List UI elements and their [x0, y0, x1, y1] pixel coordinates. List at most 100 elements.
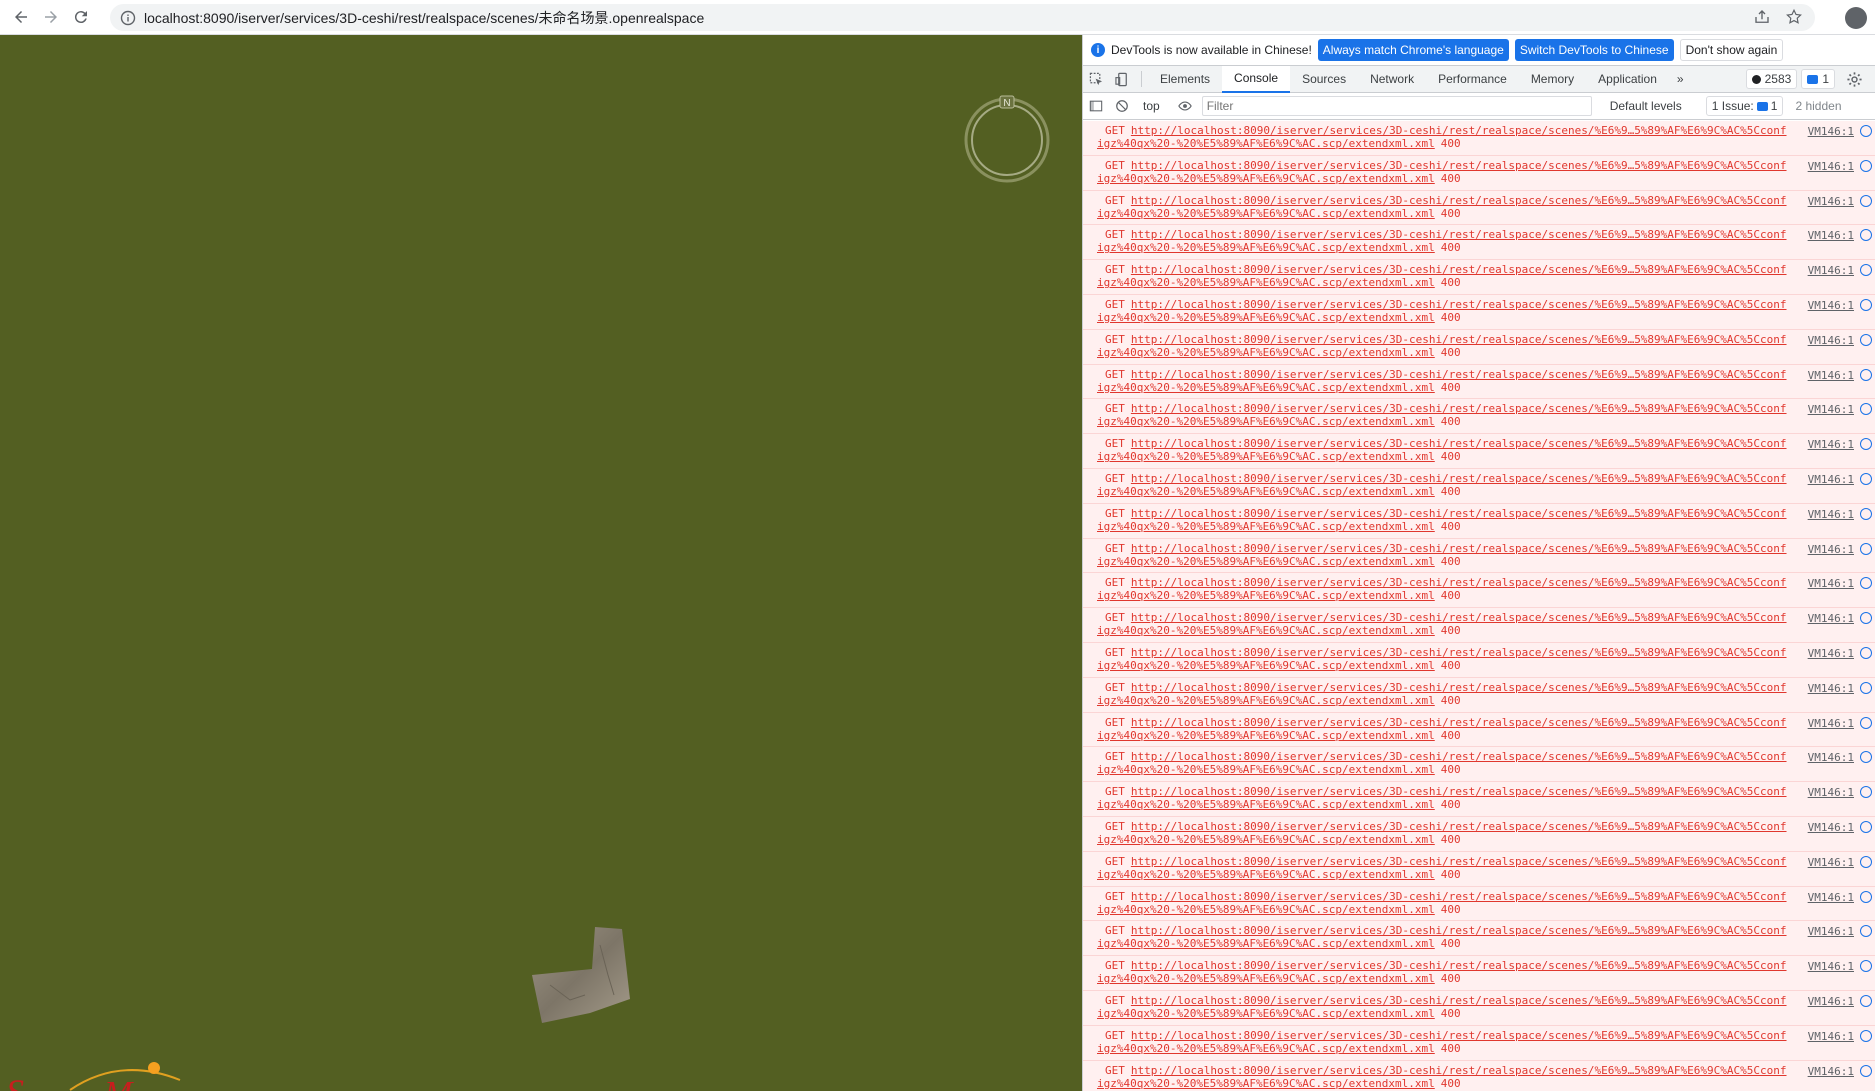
request-url-link[interactable]: http://localhost:8090/iserver/services/3…: [1131, 159, 1787, 172]
network-request-icon[interactable]: [1860, 507, 1872, 520]
console-error-row[interactable]: GET http://localhost:8090/iserver/service…: [1083, 712, 1875, 748]
address-url[interactable]: localhost:8090/iserver/services/3D-ceshi…: [144, 8, 704, 28]
request-url-link-part2[interactable]: igz%40qx%20-%20%E5%89%AF%E6%9C%AC.scp/ex…: [1097, 694, 1435, 707]
request-url-link[interactable]: http://localhost:8090/iserver/services/3…: [1131, 890, 1787, 903]
context-selector[interactable]: top: [1135, 99, 1172, 113]
request-url-link-part2[interactable]: igz%40qx%20-%20%E5%89%AF%E6%9C%AC.scp/ex…: [1097, 798, 1435, 811]
source-link[interactable]: VM146:1: [1808, 229, 1854, 242]
site-info-icon[interactable]: [120, 10, 136, 26]
network-request-icon[interactable]: [1860, 820, 1872, 833]
request-url-link-part2[interactable]: igz%40qx%20-%20%E5%89%AF%E6%9C%AC.scp/ex…: [1097, 346, 1435, 359]
request-url-link[interactable]: http://localhost:8090/iserver/services/3…: [1131, 1064, 1787, 1077]
source-link[interactable]: VM146:1: [1808, 473, 1854, 486]
network-request-icon[interactable]: [1860, 716, 1872, 729]
match-language-button[interactable]: Always match Chrome's language: [1317, 39, 1509, 61]
source-link[interactable]: VM146:1: [1808, 1065, 1854, 1078]
network-request-icon[interactable]: [1860, 1064, 1872, 1077]
console-error-row[interactable]: GET http://localhost:8090/iserver/service…: [1083, 642, 1875, 678]
request-url-link[interactable]: http://localhost:8090/iserver/services/3…: [1131, 333, 1787, 346]
message-counter[interactable]: 1: [1801, 69, 1835, 89]
network-request-icon[interactable]: [1860, 890, 1872, 903]
request-url-link[interactable]: http://localhost:8090/iserver/services/3…: [1131, 194, 1787, 207]
request-url-link-part2[interactable]: igz%40qx%20-%20%E5%89%AF%E6%9C%AC.scp/ex…: [1097, 520, 1435, 533]
request-url-link[interactable]: http://localhost:8090/iserver/services/3…: [1131, 750, 1787, 763]
tab-application[interactable]: Application: [1586, 66, 1669, 93]
network-request-icon[interactable]: [1860, 612, 1872, 625]
console-error-row[interactable]: GET http://localhost:8090/iserver/service…: [1083, 399, 1875, 435]
network-request-icon[interactable]: [1860, 125, 1872, 137]
compass-icon[interactable]: N: [962, 95, 1052, 185]
sidebar-toggle-button[interactable]: [1083, 93, 1109, 119]
network-request-icon[interactable]: [1860, 577, 1872, 590]
switch-language-button[interactable]: Switch DevTools to Chinese: [1514, 39, 1674, 61]
request-url-link-part2[interactable]: igz%40qx%20-%20%E5%89%AF%E6%9C%AC.scp/ex…: [1097, 763, 1435, 776]
source-link[interactable]: VM146:1: [1808, 195, 1854, 208]
network-request-icon[interactable]: [1860, 751, 1872, 764]
forward-button[interactable]: [36, 2, 66, 32]
tab-performance[interactable]: Performance: [1426, 66, 1519, 93]
source-link[interactable]: VM146:1: [1808, 125, 1854, 138]
console-error-row[interactable]: GET http://localhost:8090/iserver/service…: [1083, 155, 1875, 191]
more-tabs-button[interactable]: »: [1669, 72, 1692, 86]
address-bar[interactable]: localhost:8090/iserver/services/3D-ceshi…: [110, 4, 1815, 31]
filter-input[interactable]: [1201, 96, 1592, 116]
request-url-link-part2[interactable]: igz%40qx%20-%20%E5%89%AF%E6%9C%AC.scp/ex…: [1097, 485, 1435, 498]
request-url-link-part2[interactable]: igz%40qx%20-%20%E5%89%AF%E6%9C%AC.scp/ex…: [1097, 1077, 1435, 1090]
request-url-link[interactable]: http://localhost:8090/iserver/services/3…: [1131, 542, 1787, 555]
request-url-link-part2[interactable]: igz%40qx%20-%20%E5%89%AF%E6%9C%AC.scp/ex…: [1097, 207, 1435, 220]
dont-show-again-button[interactable]: Don't show again: [1679, 39, 1784, 61]
request-url-link[interactable]: http://localhost:8090/iserver/services/3…: [1131, 959, 1787, 972]
network-request-icon[interactable]: [1860, 542, 1872, 555]
request-url-link-part2[interactable]: igz%40qx%20-%20%E5%89%AF%E6%9C%AC.scp/ex…: [1097, 311, 1435, 324]
console-error-row[interactable]: GET http://localhost:8090/iserver/service…: [1083, 747, 1875, 783]
request-url-link-part2[interactable]: igz%40qx%20-%20%E5%89%AF%E6%9C%AC.scp/ex…: [1097, 729, 1435, 742]
console-error-row[interactable]: GET http://localhost:8090/iserver/service…: [1083, 329, 1875, 365]
request-url-link-part2[interactable]: igz%40qx%20-%20%E5%89%AF%E6%9C%AC.scp/ex…: [1097, 1042, 1435, 1055]
network-request-icon[interactable]: [1860, 194, 1872, 207]
request-url-link[interactable]: http://localhost:8090/iserver/services/3…: [1131, 228, 1787, 241]
source-link[interactable]: VM146:1: [1808, 995, 1854, 1008]
scene-viewport[interactable]: N S M: [0, 35, 1082, 1091]
network-request-icon[interactable]: [1860, 786, 1872, 799]
network-request-icon[interactable]: [1860, 229, 1872, 242]
request-url-link-part2[interactable]: igz%40qx%20-%20%E5%89%AF%E6%9C%AC.scp/ex…: [1097, 276, 1435, 289]
device-toolbar-button[interactable]: [1109, 66, 1135, 92]
issues-button[interactable]: 1 Issue: 1: [1705, 96, 1784, 116]
source-link[interactable]: VM146:1: [1808, 577, 1854, 590]
share-icon[interactable]: [1753, 8, 1771, 26]
network-request-icon[interactable]: [1860, 681, 1872, 694]
tab-elements[interactable]: Elements: [1148, 66, 1222, 93]
console-error-row[interactable]: GET http://localhost:8090/iserver/service…: [1083, 1060, 1875, 1091]
log-levels-dropdown[interactable]: Default levels: [1600, 99, 1692, 113]
source-link[interactable]: VM146:1: [1808, 160, 1854, 173]
request-url-link[interactable]: http://localhost:8090/iserver/services/3…: [1131, 507, 1787, 520]
request-url-link[interactable]: http://localhost:8090/iserver/services/3…: [1131, 402, 1787, 415]
network-request-icon[interactable]: [1860, 646, 1872, 659]
tab-console[interactable]: Console: [1222, 65, 1291, 93]
console-error-row[interactable]: GET http://localhost:8090/iserver/service…: [1083, 677, 1875, 713]
request-url-link[interactable]: http://localhost:8090/iserver/services/3…: [1131, 1029, 1787, 1042]
request-url-link-part2[interactable]: igz%40qx%20-%20%E5%89%AF%E6%9C%AC.scp/ex…: [1097, 415, 1435, 428]
request-url-link[interactable]: http://localhost:8090/iserver/services/3…: [1131, 298, 1787, 311]
request-url-link[interactable]: http://localhost:8090/iserver/services/3…: [1131, 924, 1787, 937]
live-expression-button[interactable]: [1172, 93, 1198, 119]
source-link[interactable]: VM146:1: [1808, 508, 1854, 521]
source-link[interactable]: VM146:1: [1808, 1030, 1854, 1043]
source-link[interactable]: VM146:1: [1808, 647, 1854, 660]
bookmark-star-icon[interactable]: [1785, 8, 1803, 26]
source-link[interactable]: VM146:1: [1808, 403, 1854, 416]
network-request-icon[interactable]: [1860, 264, 1872, 277]
network-request-icon[interactable]: [1860, 333, 1872, 346]
request-url-link-part2[interactable]: igz%40qx%20-%20%E5%89%AF%E6%9C%AC.scp/ex…: [1097, 937, 1435, 950]
request-url-link-part2[interactable]: igz%40qx%20-%20%E5%89%AF%E6%9C%AC.scp/ex…: [1097, 172, 1435, 185]
console-error-row[interactable]: GET http://localhost:8090/iserver/service…: [1083, 364, 1875, 400]
request-url-link[interactable]: http://localhost:8090/iserver/services/3…: [1131, 716, 1787, 729]
source-link[interactable]: VM146:1: [1808, 334, 1854, 347]
request-url-link[interactable]: http://localhost:8090/iserver/services/3…: [1131, 994, 1787, 1007]
console-error-row[interactable]: GET http://localhost:8090/iserver/service…: [1083, 225, 1875, 261]
console-error-row[interactable]: GET http://localhost:8090/iserver/service…: [1083, 851, 1875, 887]
source-link[interactable]: VM146:1: [1808, 786, 1854, 799]
console-output[interactable]: GET http://localhost:8090/iserver/service…: [1083, 121, 1875, 1091]
source-link[interactable]: VM146:1: [1808, 821, 1854, 834]
console-error-row[interactable]: GET http://localhost:8090/iserver/service…: [1083, 886, 1875, 922]
